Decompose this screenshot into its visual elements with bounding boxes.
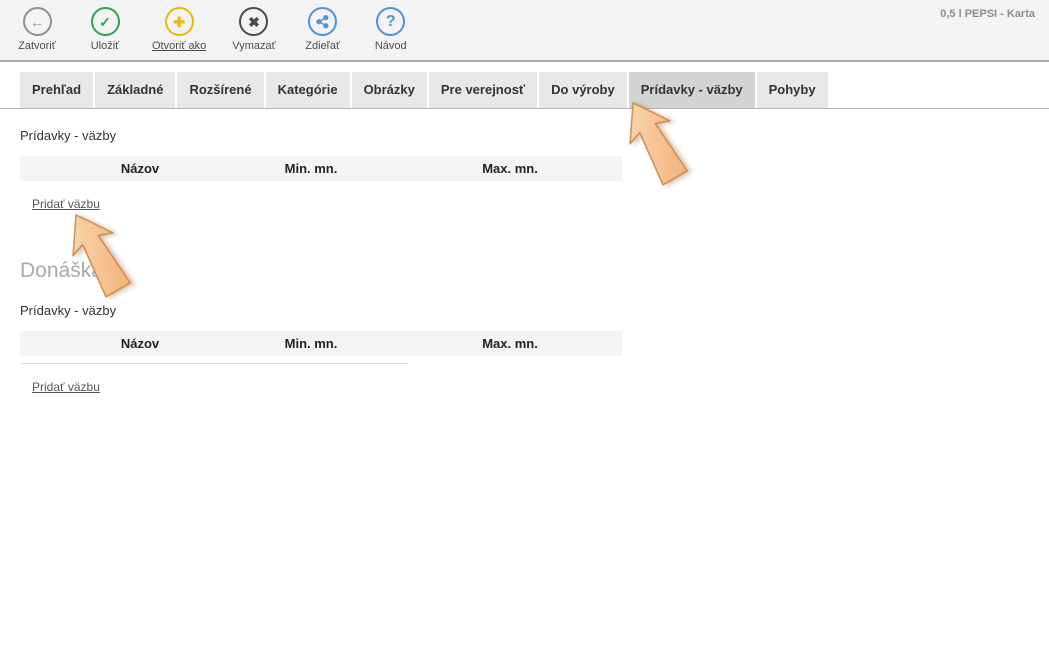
save-button[interactable]: ✓ Uložiť: [84, 7, 126, 52]
table-header-row-2: Názov Min. mn. Max. mn.: [20, 331, 622, 356]
open-as-button[interactable]: ✚ Otvoriť ako: [152, 7, 206, 52]
share-button-label: Zdieľať: [305, 40, 340, 52]
delivery-heading: Donáška: [20, 259, 1049, 283]
tab-zakladne[interactable]: Základné: [95, 72, 175, 108]
close-button[interactable]: ← Zatvoriť: [16, 7, 58, 52]
question-icon: ?: [376, 7, 405, 36]
close-button-label: Zatvoriť: [18, 40, 56, 52]
tab-obrazky[interactable]: Obrázky: [352, 72, 427, 108]
tab-pre-verejnost[interactable]: Pre verejnosť: [429, 72, 537, 108]
help-button-label: Návod: [375, 40, 407, 52]
toolbar: ← Zatvoriť ✓ Uložiť ✚ Otvoriť ako ✖ Vyma…: [0, 0, 1049, 62]
add-binding-link-1[interactable]: Pridať väzbu: [32, 197, 100, 211]
delete-button[interactable]: ✖ Vymazať: [232, 7, 275, 52]
section-2-title: Prídavky - väzby: [20, 303, 1049, 318]
delete-button-label: Vymazať: [232, 40, 275, 52]
add-binding-link-2[interactable]: Pridať väzbu: [32, 380, 100, 394]
tab-kategorie[interactable]: Kategórie: [266, 72, 350, 108]
share-icon: [308, 7, 337, 36]
share-button[interactable]: Zdieľať: [302, 7, 344, 52]
empty-table-row-divider: [20, 363, 408, 364]
help-button[interactable]: ? Návod: [370, 7, 412, 52]
column-header-max: Max. mn.: [402, 161, 618, 176]
plus-icon: ✚: [165, 7, 194, 36]
check-icon: ✓: [91, 7, 120, 36]
tab-prehlad[interactable]: Prehľad: [20, 72, 93, 108]
tab-do-vyroby[interactable]: Do výroby: [539, 72, 627, 108]
column-header-min: Min. mn.: [220, 161, 402, 176]
tab-bar: Prehľad Základné Rozšírené Kategórie Obr…: [0, 72, 1049, 109]
table-header-row-1: Názov Min. mn. Max. mn.: [20, 156, 622, 181]
main-content: Prídavky - väzby Názov Min. mn. Max. mn.…: [0, 128, 1049, 396]
open-as-button-label: Otvoriť ako: [152, 40, 206, 52]
column-header-name: Názov: [60, 336, 220, 351]
back-arrow-icon: ←: [23, 7, 52, 36]
x-icon: ✖: [239, 7, 268, 36]
column-header-min: Min. mn.: [220, 336, 402, 351]
column-header-max: Max. mn.: [402, 336, 618, 351]
tab-pohyby[interactable]: Pohyby: [757, 72, 828, 108]
item-context-label: 0,5 l PEPSI - Karta: [940, 8, 1035, 20]
tab-pridavky-vazby[interactable]: Prídavky - väzby: [629, 72, 755, 108]
section-1-title: Prídavky - väzby: [20, 128, 1049, 143]
save-button-label: Uložiť: [91, 40, 120, 52]
tab-rozsirene[interactable]: Rozšírené: [177, 72, 263, 108]
column-header-name: Názov: [60, 161, 220, 176]
